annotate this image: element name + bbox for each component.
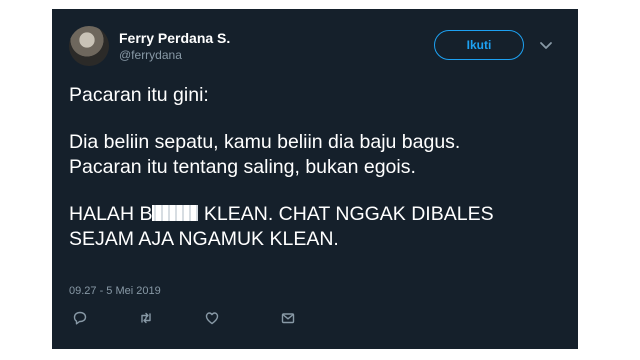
like-icon[interactable] (204, 310, 220, 326)
display-name[interactable]: Ferry Perdana S. (119, 30, 230, 46)
tweet-line-4: HALAH B KLEAN. CHAT NGGAK DIBALES (69, 202, 569, 227)
tweet-line-2: Dia beliin sepatu, kamu beliin dia baju … (69, 131, 461, 153)
action-bar (72, 310, 312, 326)
tweet-line-5: SEJAM AJA NGAMUK KLEAN. (69, 228, 339, 250)
censored-word (152, 205, 199, 221)
message-icon[interactable] (280, 310, 296, 326)
tweet-text: Pacaran itu gini: Dia beliin sepatu, kam… (69, 83, 569, 252)
chevron-down-icon[interactable] (539, 38, 553, 52)
follow-button[interactable]: Ikuti (434, 30, 524, 60)
tweet-timestamp[interactable]: 09.27 - 5 Mei 2019 (69, 285, 161, 297)
reply-icon[interactable] (72, 310, 88, 326)
tweet-card: Ferry Perdana S. @ferrydana Ikuti Pacara… (52, 9, 578, 349)
retweet-icon[interactable] (138, 310, 154, 326)
tweet-line-3: Pacaran itu tentang saling, bukan egois. (69, 156, 416, 178)
tweet-line-4-prefix: HALAH B (69, 203, 153, 225)
user-handle[interactable]: @ferrydana (119, 48, 182, 62)
tweet-line-1: Pacaran itu gini: (69, 84, 209, 106)
tweet-line-4-rest: KLEAN. CHAT NGGAK DIBALES (203, 203, 494, 225)
avatar[interactable] (69, 26, 109, 66)
